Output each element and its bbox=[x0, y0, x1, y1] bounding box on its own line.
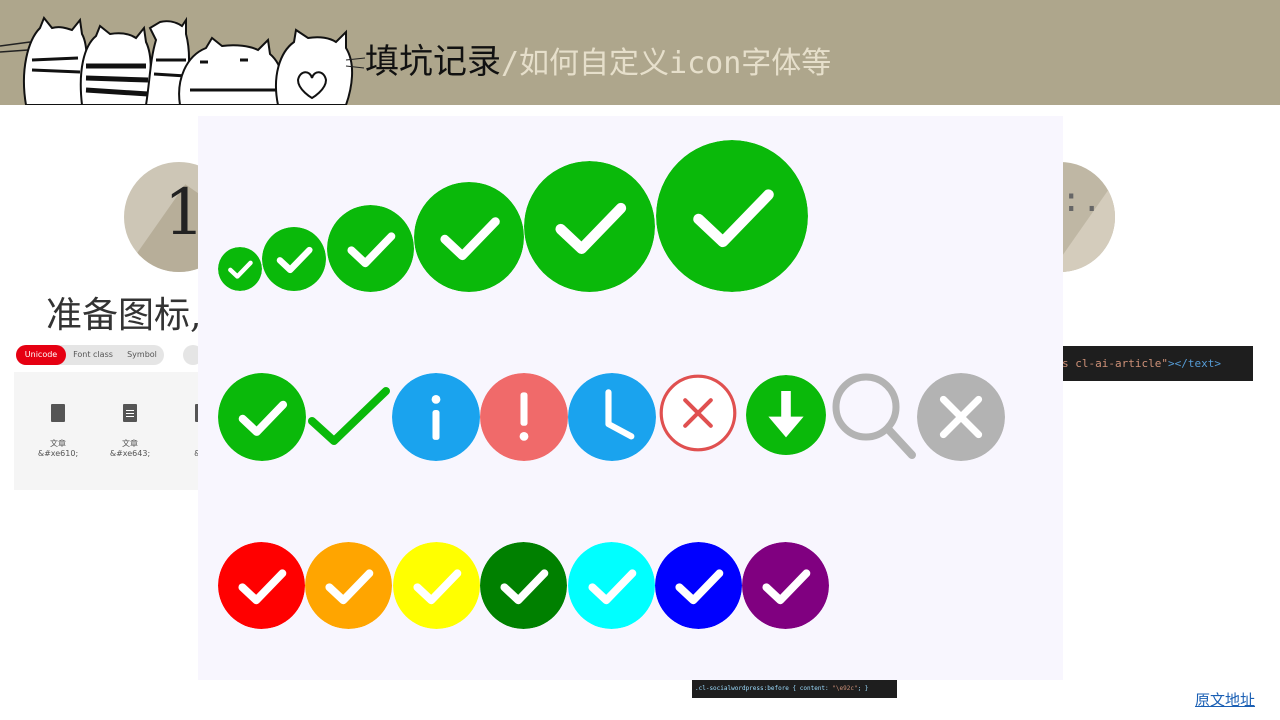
cyan-check-icon bbox=[568, 542, 655, 629]
code-text: s cl-ai-article" bbox=[1062, 357, 1168, 370]
search-icon bbox=[832, 373, 916, 459]
icon-item-label: 文章 bbox=[50, 439, 66, 448]
title-subtitle: /如何自定义icon字体等 bbox=[501, 46, 832, 81]
download-icon bbox=[746, 375, 826, 455]
blue-check-icon bbox=[655, 542, 742, 629]
css-end: ; } bbox=[857, 685, 869, 692]
icon-item-label: 文章 bbox=[122, 439, 138, 448]
document-lines-icon bbox=[123, 404, 137, 422]
check-circle-icon bbox=[262, 227, 326, 291]
purple-check-icon bbox=[742, 542, 829, 629]
css-selector: .cl-socialwordpress:before { content: bbox=[695, 685, 833, 692]
check-mark-icon bbox=[308, 387, 390, 445]
disk-tail-glyph: :. bbox=[1061, 180, 1102, 220]
yellow-check-icon bbox=[393, 542, 480, 629]
info-icon bbox=[392, 373, 480, 461]
tab-symbol[interactable]: Symbol bbox=[120, 345, 164, 365]
icon-list-panel: 文章 &#xe610; 文章 &#xe643; 文 &#: bbox=[14, 372, 210, 490]
icon-item[interactable]: 文章 &#xe610; bbox=[28, 404, 88, 458]
tab-unicode[interactable]: Unicode bbox=[16, 345, 66, 365]
orange-check-icon bbox=[305, 542, 392, 629]
icon-item-code: &#xe643; bbox=[109, 449, 151, 458]
section-title: 准备图标, bbox=[46, 295, 202, 336]
clock-icon bbox=[568, 373, 656, 461]
check-circle-icon bbox=[327, 205, 414, 292]
code-tag: ></text> bbox=[1167, 357, 1221, 370]
slide-header: 填坑记录/如何自定义icon字体等 bbox=[0, 0, 1280, 105]
red-check-icon bbox=[218, 542, 305, 629]
icon-item[interactable]: 文章 &#xe643; bbox=[100, 404, 160, 458]
darkgreen-check-icon bbox=[480, 542, 567, 629]
cancel-icon bbox=[917, 373, 1005, 461]
error-outline-icon bbox=[659, 374, 737, 452]
icon-showcase-overlay bbox=[198, 116, 1063, 680]
original-article-link[interactable]: 原文地址 bbox=[1195, 689, 1255, 710]
code-snippet: s cl-ai-article"></text> bbox=[1062, 346, 1253, 381]
slide-title: 填坑记录/如何自定义icon字体等 bbox=[365, 38, 831, 88]
check-circle-icon bbox=[218, 247, 262, 291]
title-main: 填坑记录 bbox=[365, 42, 501, 82]
check-circle-icon bbox=[656, 140, 808, 292]
document-icon bbox=[51, 404, 65, 422]
icon-item-code: &#xe610; bbox=[37, 449, 79, 458]
check-circle-icon bbox=[218, 373, 306, 461]
css-code-snippet: .cl-socialwordpress:before { content: "\… bbox=[692, 680, 897, 698]
iconfont-tabs: Unicode Font class Symbol bbox=[16, 345, 164, 365]
cats-illustration bbox=[0, 16, 365, 105]
css-value: "\e92c" bbox=[832, 685, 858, 692]
tab-font-class[interactable]: Font class bbox=[70, 345, 116, 365]
warning-icon bbox=[480, 373, 568, 461]
check-circle-icon bbox=[524, 161, 655, 292]
check-circle-icon bbox=[414, 182, 524, 292]
